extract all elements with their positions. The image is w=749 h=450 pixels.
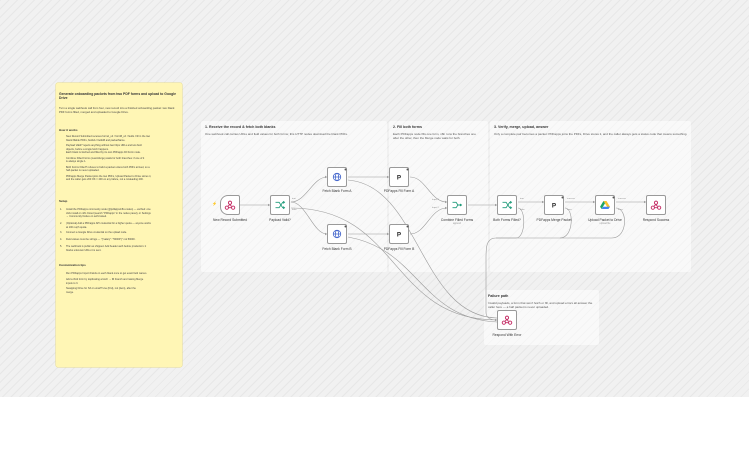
connections (240, 175, 646, 323)
webhook-icon (501, 315, 513, 325)
pin-icon (406, 225, 409, 228)
port-label-false: false (520, 209, 525, 211)
workflow-canvas[interactable]: Generate onboarding packets from two PDF… (0, 0, 749, 397)
pdf-icon-glyph: P (397, 174, 401, 181)
if-branch-icon (502, 200, 513, 210)
edge-both-false-error (485, 207, 525, 321)
merge-icon (452, 201, 463, 209)
port-label-true: true (520, 198, 524, 200)
node-label: PDFapps Merge Packet (536, 218, 572, 222)
node-both-forms-filled[interactable] (497, 195, 517, 215)
pin-icon (406, 168, 409, 171)
node-respond-with-error[interactable] (497, 310, 517, 330)
pin-icon (344, 225, 347, 228)
port-label-success: success (567, 198, 575, 200)
node-label: Payload Valid? (269, 218, 291, 222)
node-label: New Record Submitted (213, 218, 247, 222)
pin-icon (612, 196, 615, 199)
node-sublabel: upload file (599, 222, 611, 225)
node-label: Respond With Error (492, 333, 522, 337)
port-label-false: false (292, 209, 297, 211)
port-label-error: error (618, 209, 623, 211)
node-respond-success[interactable] (646, 195, 666, 215)
node-label: Fetch Blank Form A (322, 189, 352, 193)
node-new-record-submitted[interactable] (220, 195, 240, 215)
pin-icon (344, 168, 347, 171)
node-sublabel: append (453, 222, 461, 225)
trigger-bolt-icon: ⚡ (212, 201, 217, 206)
node-label: PDFapps Fill Form B (383, 247, 415, 251)
port-label-success: success (618, 198, 626, 200)
pdf-icon-glyph: P (552, 202, 556, 209)
node-combine-filled-forms[interactable] (447, 195, 467, 215)
node-label: PDFapps Fill Form A (383, 189, 415, 193)
node-payload-valid[interactable] (270, 195, 290, 215)
port-label-error: error (567, 209, 572, 211)
node-label: Respond Success (642, 218, 670, 222)
port-label-true: true (292, 198, 296, 200)
pin-icon (561, 196, 564, 199)
pdf-icon-glyph: P (397, 231, 401, 238)
webhook-icon (650, 200, 662, 210)
port-label-input1: Input 1 (432, 199, 439, 201)
if-branch-icon (275, 200, 286, 210)
port-label-input2: Input 2 (432, 207, 439, 209)
webhook-icon (224, 200, 236, 210)
node-label: Fetch Blank Form B (322, 247, 352, 251)
